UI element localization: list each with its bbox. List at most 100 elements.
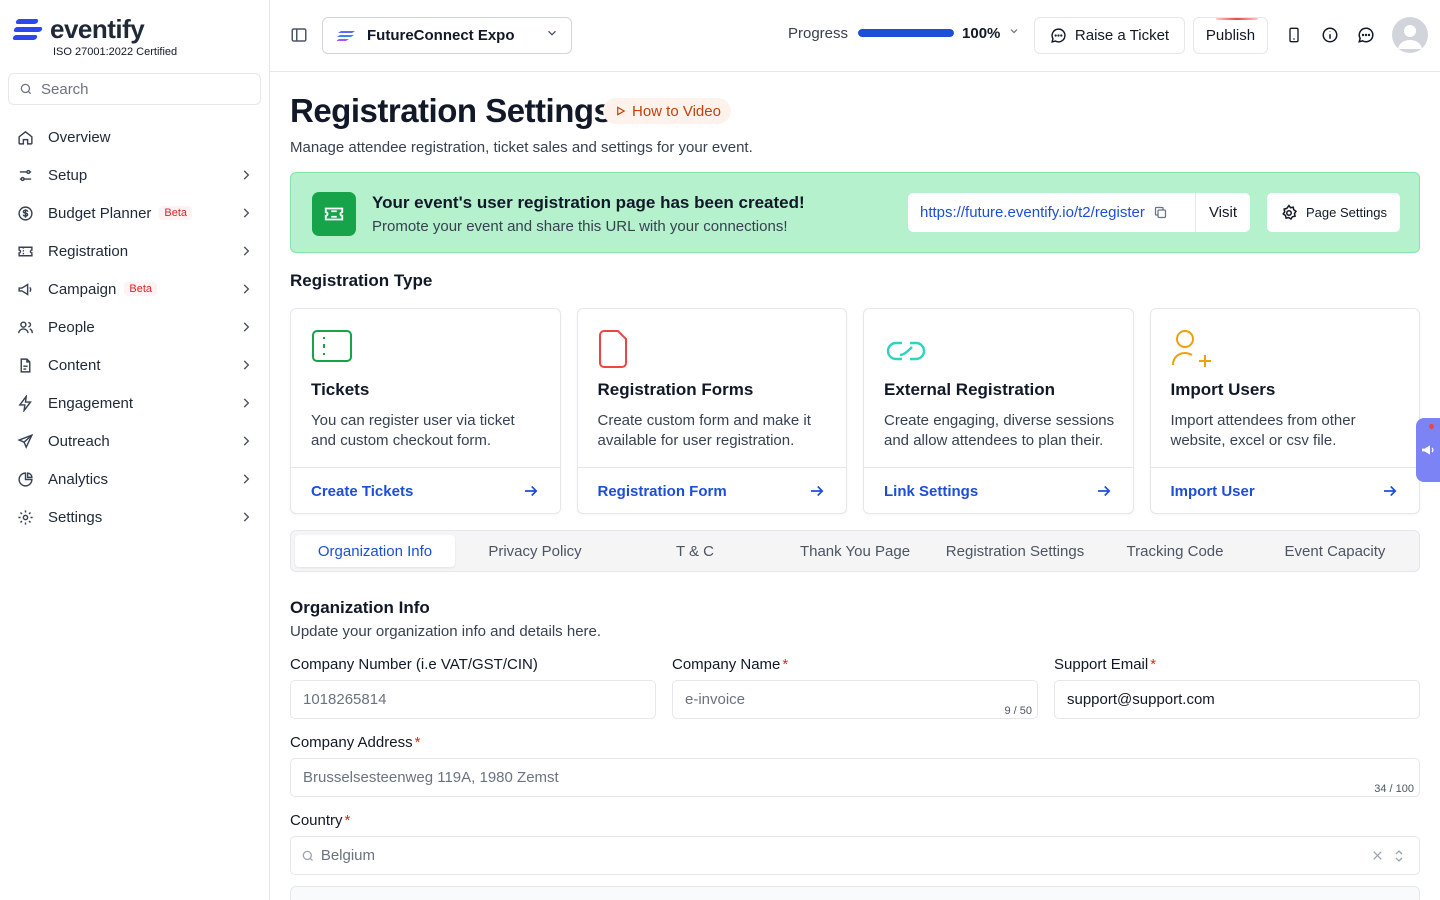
registration-created-banner: Your event's user registration page has … [290, 172, 1420, 253]
info-icon[interactable] [1320, 25, 1340, 45]
country-select[interactable] [290, 836, 1420, 875]
card-title: External Registration [884, 380, 1055, 399]
create-tickets-link[interactable]: Create Tickets [291, 467, 560, 514]
messages-icon[interactable] [1356, 25, 1376, 45]
card-link-label: Import User [1170, 482, 1255, 500]
company-address-input[interactable] [291, 759, 1419, 796]
card-external-registration: External Registration Create engaging, d… [863, 308, 1134, 514]
company-number-label: Company Number (i.e VAT/GST/CIN) [290, 656, 538, 673]
ticket-icon [312, 192, 356, 236]
country-label-text: Country [290, 812, 343, 829]
feedback-widget[interactable] [1416, 418, 1440, 482]
sidebar-item-engagement[interactable]: Engagement [8, 384, 262, 422]
card-description: Create custom form and make it available… [597, 412, 811, 449]
tab-registration-settings[interactable]: Registration Settings [935, 535, 1095, 567]
home-icon [16, 128, 34, 146]
arrow-right-icon [808, 482, 826, 500]
sidebar-item-settings[interactable]: Settings [8, 498, 262, 536]
progress-indicator[interactable]: Progress 100% [788, 24, 1020, 42]
sidebar-item-content[interactable]: Content [8, 346, 262, 384]
registration-form-link[interactable]: Registration Form [577, 467, 846, 514]
org-info-title: Organization Info [290, 598, 430, 617]
tab-privacy-policy[interactable]: Privacy Policy [455, 535, 615, 567]
link-settings-link[interactable]: Link Settings [864, 467, 1133, 514]
registration-type-title: Registration Type [290, 271, 433, 290]
page-settings-button[interactable]: Page Settings [1267, 193, 1400, 232]
company-name-label-text: Company Name [672, 656, 781, 673]
certification-label: ISO 27001:2022 Certified [53, 46, 178, 58]
chevron-right-icon [238, 205, 254, 221]
sidebar-item-label: Overview [48, 128, 111, 146]
card-title: Registration Forms [597, 380, 754, 399]
sidebar-search-input[interactable] [41, 80, 241, 98]
clear-icon[interactable] [1371, 849, 1385, 863]
required-mark: * [414, 734, 421, 751]
registration-url-link[interactable]: https://future.eventify.io/t2/register [908, 204, 1145, 221]
megaphone-icon [16, 280, 34, 298]
sidebar-item-registration[interactable]: Registration [8, 232, 262, 270]
user-silhouette-icon [1398, 25, 1422, 49]
banner-subtitle: Promote your event and share this URL wi… [372, 218, 788, 235]
card-title: Import Users [1170, 380, 1276, 399]
sidebar-item-label: Campaign [48, 280, 117, 298]
registration-type-cards: Tickets You can register user via ticket… [290, 308, 1420, 514]
company-name-input[interactable] [673, 681, 1037, 718]
banner-title: Your event's user registration page has … [372, 193, 805, 212]
dollar-icon [16, 204, 34, 222]
brand[interactable]: eventify [12, 14, 145, 45]
ticket-outline-icon [311, 329, 355, 369]
progress-label: Progress [788, 24, 849, 42]
card-link-label: Registration Form [597, 482, 727, 500]
import-user-link[interactable]: Import User [1150, 467, 1419, 514]
sidebar-item-overview[interactable]: Overview [8, 118, 262, 156]
chevron-up-down-icon[interactable] [1393, 848, 1407, 864]
sidebar: eventify ISO 27001:2022 Certified Overvi… [0, 0, 270, 900]
play-icon [617, 106, 626, 116]
card-description: You can register user via ticket and cus… [311, 412, 515, 449]
tab-thank-you-page[interactable]: Thank You Page [775, 535, 935, 567]
sidebar-item-analytics[interactable]: Analytics [8, 460, 262, 498]
company-number-input[interactable] [291, 681, 655, 718]
copy-icon[interactable] [1153, 205, 1169, 221]
mobile-preview-icon[interactable] [1284, 25, 1304, 45]
required-mark: * [344, 812, 351, 829]
event-selector[interactable]: FutureConnect Expo [322, 17, 572, 54]
page-settings-label: Page Settings [1306, 205, 1387, 220]
company-name-label: Company Name * [672, 656, 788, 673]
support-email-input[interactable] [1055, 681, 1419, 718]
settings-tabs: Organization Info Privacy Policy T & C T… [290, 530, 1420, 572]
sidebar-item-label: Outreach [48, 432, 110, 450]
sidebar-item-outreach[interactable]: Outreach [8, 422, 262, 460]
users-icon [16, 318, 34, 336]
sidebar-item-setup[interactable]: Setup [8, 156, 262, 194]
raise-ticket-button[interactable]: Raise a Ticket [1034, 17, 1185, 54]
sidebar-item-label: Budget Planner [48, 204, 152, 222]
publish-button[interactable]: Publish [1193, 17, 1268, 54]
sidebar-item-label: Analytics [48, 470, 109, 488]
sidebar-item-campaign[interactable]: Campaign Beta [8, 270, 262, 308]
visit-button[interactable]: Visit [1196, 193, 1250, 232]
country-input[interactable] [314, 837, 1419, 874]
chevron-right-icon [238, 395, 254, 411]
page-title: Registration Settings [290, 92, 612, 129]
chevron-right-icon [238, 167, 254, 183]
sidebar-item-budget-planner[interactable]: Budget Planner Beta [8, 194, 262, 232]
tab-event-capacity[interactable]: Event Capacity [1255, 535, 1415, 567]
tab-organization-info[interactable]: Organization Info [295, 535, 455, 567]
megaphone-icon [1422, 445, 1434, 455]
sidebar-item-label: Settings [48, 508, 103, 526]
company-name-field: 9 / 50 [672, 680, 1038, 719]
how-to-video-button[interactable]: How to Video [603, 98, 731, 124]
progress-fill [858, 29, 955, 37]
progress-percent: 100% [962, 24, 1001, 42]
sidebar-toggle-icon[interactable] [290, 26, 310, 46]
tab-tracking-code[interactable]: Tracking Code [1095, 535, 1255, 567]
user-avatar[interactable] [1392, 17, 1428, 53]
sidebar-search[interactable] [8, 73, 261, 105]
topbar: FutureConnect Expo Progress 100% Raise a… [270, 0, 1440, 72]
sidebar-item-people[interactable]: People [8, 308, 262, 346]
tab-terms-conditions[interactable]: T & C [615, 535, 775, 567]
sidebar-item-label: People [48, 318, 95, 336]
ticket-icon [16, 242, 34, 260]
user-plus-icon [1171, 329, 1215, 369]
